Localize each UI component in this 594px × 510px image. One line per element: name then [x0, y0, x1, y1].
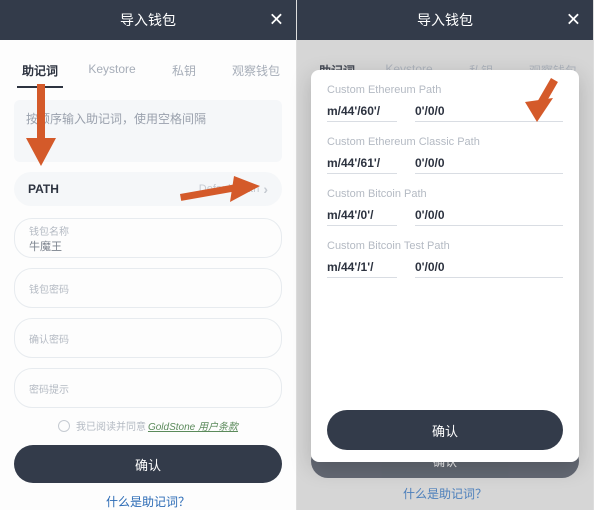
header-title: 导入钱包	[120, 10, 176, 30]
path-value-input[interactable]: 0'/0/0	[415, 208, 563, 226]
path-modal: Custom Ethereum Path m/44'/60'/ 0'/0/0 C…	[311, 70, 579, 462]
path-section-eth: Custom Ethereum Path m/44'/60'/ 0'/0/0	[327, 84, 563, 122]
path-prefix: m/44'/1'/	[327, 260, 397, 278]
password-hint-field[interactable]: 密码提示	[14, 368, 282, 408]
tabs: 助记词 Keystore 私钥 观察钱包	[0, 54, 296, 88]
wallet-name-label: 钱包名称	[29, 223, 267, 238]
header: 导入钱包 ✕	[0, 0, 296, 40]
path-label: Custom Ethereum Path	[327, 84, 563, 96]
path-row[interactable]: PATH Default Path ›	[14, 172, 282, 206]
header-title: 导入钱包	[417, 10, 473, 30]
close-icon[interactable]: ✕	[566, 10, 581, 31]
close-icon[interactable]: ✕	[269, 10, 284, 31]
path-section-etc: Custom Ethereum Classic Path m/44'/61'/ …	[327, 136, 563, 174]
wallet-password-field[interactable]: 钱包密码	[14, 268, 282, 308]
path-value-hint: Default Path	[199, 183, 260, 195]
terms-prefix: 我已阅读并同意	[76, 418, 146, 433]
wallet-name-value: 牛魔王	[29, 238, 267, 254]
terms-link[interactable]: GoldStone 用户条款	[148, 418, 238, 433]
confirm-button[interactable]: 确认	[14, 445, 282, 483]
path-prefix: m/44'/61'/	[327, 156, 397, 174]
path-value-input[interactable]: 0'/0/0	[415, 260, 563, 278]
chevron-right-icon: ›	[263, 181, 268, 197]
path-prefix: m/44'/60'/	[327, 104, 397, 122]
wallet-password-label: 钱包密码	[29, 281, 267, 296]
tab-watch[interactable]: 观察钱包	[220, 54, 292, 87]
modal-confirm-button[interactable]: 确认	[327, 410, 563, 450]
terms-row: 我已阅读并同意 GoldStone 用户条款	[14, 418, 282, 433]
mnemonic-placeholder: 按顺序输入助记词，使用空格间隔	[26, 112, 206, 126]
path-label: Custom Bitcoin Path	[327, 188, 563, 200]
help-link[interactable]: 什么是助记词？	[0, 493, 296, 510]
confirm-password-label: 确认密码	[29, 331, 267, 346]
path-value-input[interactable]: 0'/0/0	[415, 104, 563, 122]
terms-checkbox[interactable]	[58, 420, 70, 432]
path-value-input[interactable]: 0'/0/0	[415, 156, 563, 174]
tab-privatekey[interactable]: 私钥	[148, 54, 220, 87]
content: 按顺序输入助记词，使用空格间隔 PATH Default Path › 钱包名称…	[0, 88, 296, 445]
confirm-password-field[interactable]: 确认密码	[14, 318, 282, 358]
right-screen: 导入钱包 ✕ 助记词 Keystore 私钥 观察钱包 确认 什么是助记词？ C…	[297, 0, 594, 510]
wallet-name-field[interactable]: 钱包名称 牛魔王	[14, 218, 282, 258]
path-label: Custom Ethereum Classic Path	[327, 136, 563, 148]
header: 导入钱包 ✕	[297, 0, 593, 40]
password-hint-label: 密码提示	[29, 381, 267, 396]
mnemonic-input[interactable]: 按顺序输入助记词，使用空格间隔	[14, 100, 282, 162]
left-screen: 导入钱包 ✕ 助记词 Keystore 私钥 观察钱包 按顺序输入助记词，使用空…	[0, 0, 297, 510]
tab-keystore[interactable]: Keystore	[76, 54, 148, 87]
path-prefix: m/44'/0'/	[327, 208, 397, 226]
tab-mnemonic[interactable]: 助记词	[4, 54, 76, 87]
path-section-btc: Custom Bitcoin Path m/44'/0'/ 0'/0/0	[327, 188, 563, 226]
path-section-btc-test: Custom Bitcoin Test Path m/44'/1'/ 0'/0/…	[327, 240, 563, 278]
path-label: PATH	[28, 182, 59, 196]
path-label: Custom Bitcoin Test Path	[327, 240, 563, 252]
help-link[interactable]: 什么是助记词？	[297, 485, 593, 502]
